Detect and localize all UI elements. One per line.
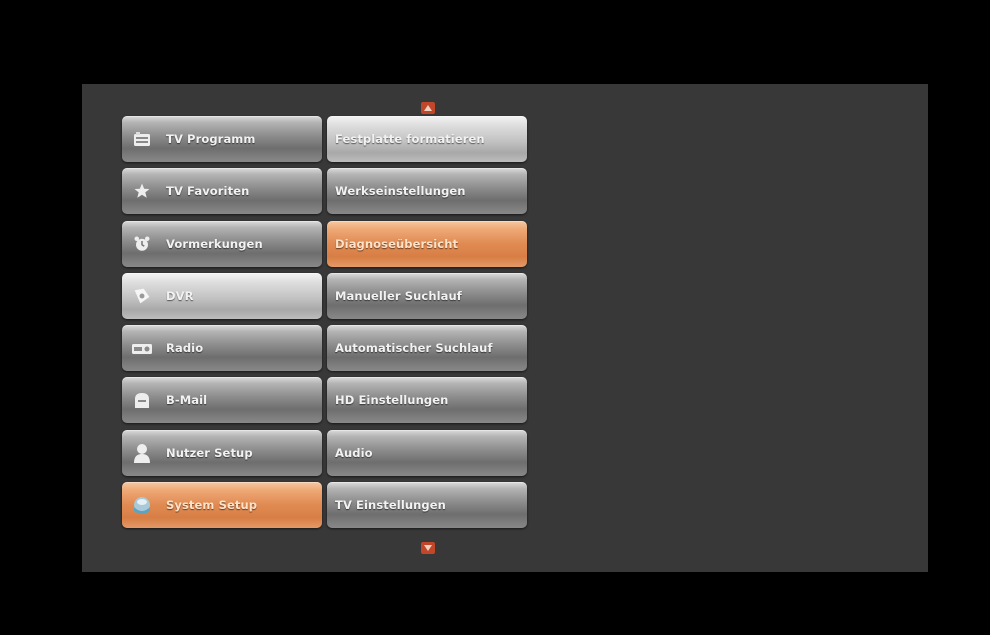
record-disc-icon: [132, 286, 152, 306]
system-setup-icon: [132, 495, 152, 515]
sub-menu-item-label: TV Einstellungen: [335, 498, 446, 513]
tv-guide-icon: [132, 129, 152, 149]
main-menu-item-label: Nutzer Setup: [166, 445, 253, 460]
sub-menu-item-label: Audio: [335, 445, 373, 460]
main-menu: TV Programm TV Favoriten Vormerkungen DV…: [122, 116, 322, 534]
main-menu-item-vormerkungen[interactable]: Vormerkungen: [122, 220, 322, 267]
sub-menu-item-label: Manueller Suchlauf: [335, 288, 462, 303]
scroll-up-arrow-icon[interactable]: [421, 102, 435, 114]
alarm-clock-icon: [132, 234, 152, 254]
sub-menu: Festplatte formatieren Werkseinstellunge…: [327, 116, 527, 534]
main-menu-item-label: TV Favoriten: [166, 184, 250, 199]
sub-menu-item-diagnoseuebersicht[interactable]: Diagnoseübersicht: [327, 220, 527, 267]
main-menu-item-radio[interactable]: Radio: [122, 325, 322, 372]
mailbox-icon: [132, 390, 152, 410]
sub-menu-item-automatischer-suchlauf[interactable]: Automatischer Suchlauf: [327, 325, 527, 372]
radio-icon: [132, 338, 152, 358]
main-menu-item-system-setup[interactable]: System Setup: [122, 482, 322, 529]
main-menu-item-tv-favoriten[interactable]: TV Favoriten: [122, 168, 322, 215]
main-menu-item-label: System Setup: [166, 498, 258, 513]
sub-menu-item-festplatte-formatieren[interactable]: Festplatte formatieren: [327, 116, 527, 162]
sub-menu-item-tv-einstellungen[interactable]: TV Einstellungen: [327, 482, 527, 529]
sub-menu-item-hd-einstellungen[interactable]: HD Einstellungen: [327, 377, 527, 424]
star-icon: [132, 181, 152, 201]
main-menu-item-label: DVR: [166, 288, 194, 303]
sub-menu-item-label: HD Einstellungen: [335, 393, 449, 408]
sub-menu-item-label: Werkseinstellungen: [335, 184, 466, 199]
main-menu-item-label: Vormerkungen: [166, 236, 263, 251]
main-menu-item-nutzer-setup[interactable]: Nutzer Setup: [122, 429, 322, 476]
sub-menu-item-manueller-suchlauf[interactable]: Manueller Suchlauf: [327, 272, 527, 319]
sub-menu-item-label: Festplatte formatieren: [335, 132, 485, 146]
scroll-down-arrow-icon[interactable]: [421, 542, 435, 554]
sub-menu-item-werkseinstellungen[interactable]: Werkseinstellungen: [327, 168, 527, 215]
sub-menu-item-audio[interactable]: Audio: [327, 429, 527, 476]
main-menu-item-b-mail[interactable]: B-Mail: [122, 377, 322, 424]
main-menu-item-tv-programm[interactable]: TV Programm: [122, 116, 322, 162]
sub-menu-item-label: Diagnoseübersicht: [335, 236, 459, 251]
main-menu-item-label: Radio: [166, 341, 204, 356]
main-menu-item-label: B-Mail: [166, 393, 208, 408]
sub-menu-item-label: Automatischer Suchlauf: [335, 341, 493, 356]
main-menu-item-dvr[interactable]: DVR: [122, 272, 322, 319]
main-menu-item-label: TV Programm: [166, 132, 256, 146]
user-icon: [132, 443, 152, 463]
